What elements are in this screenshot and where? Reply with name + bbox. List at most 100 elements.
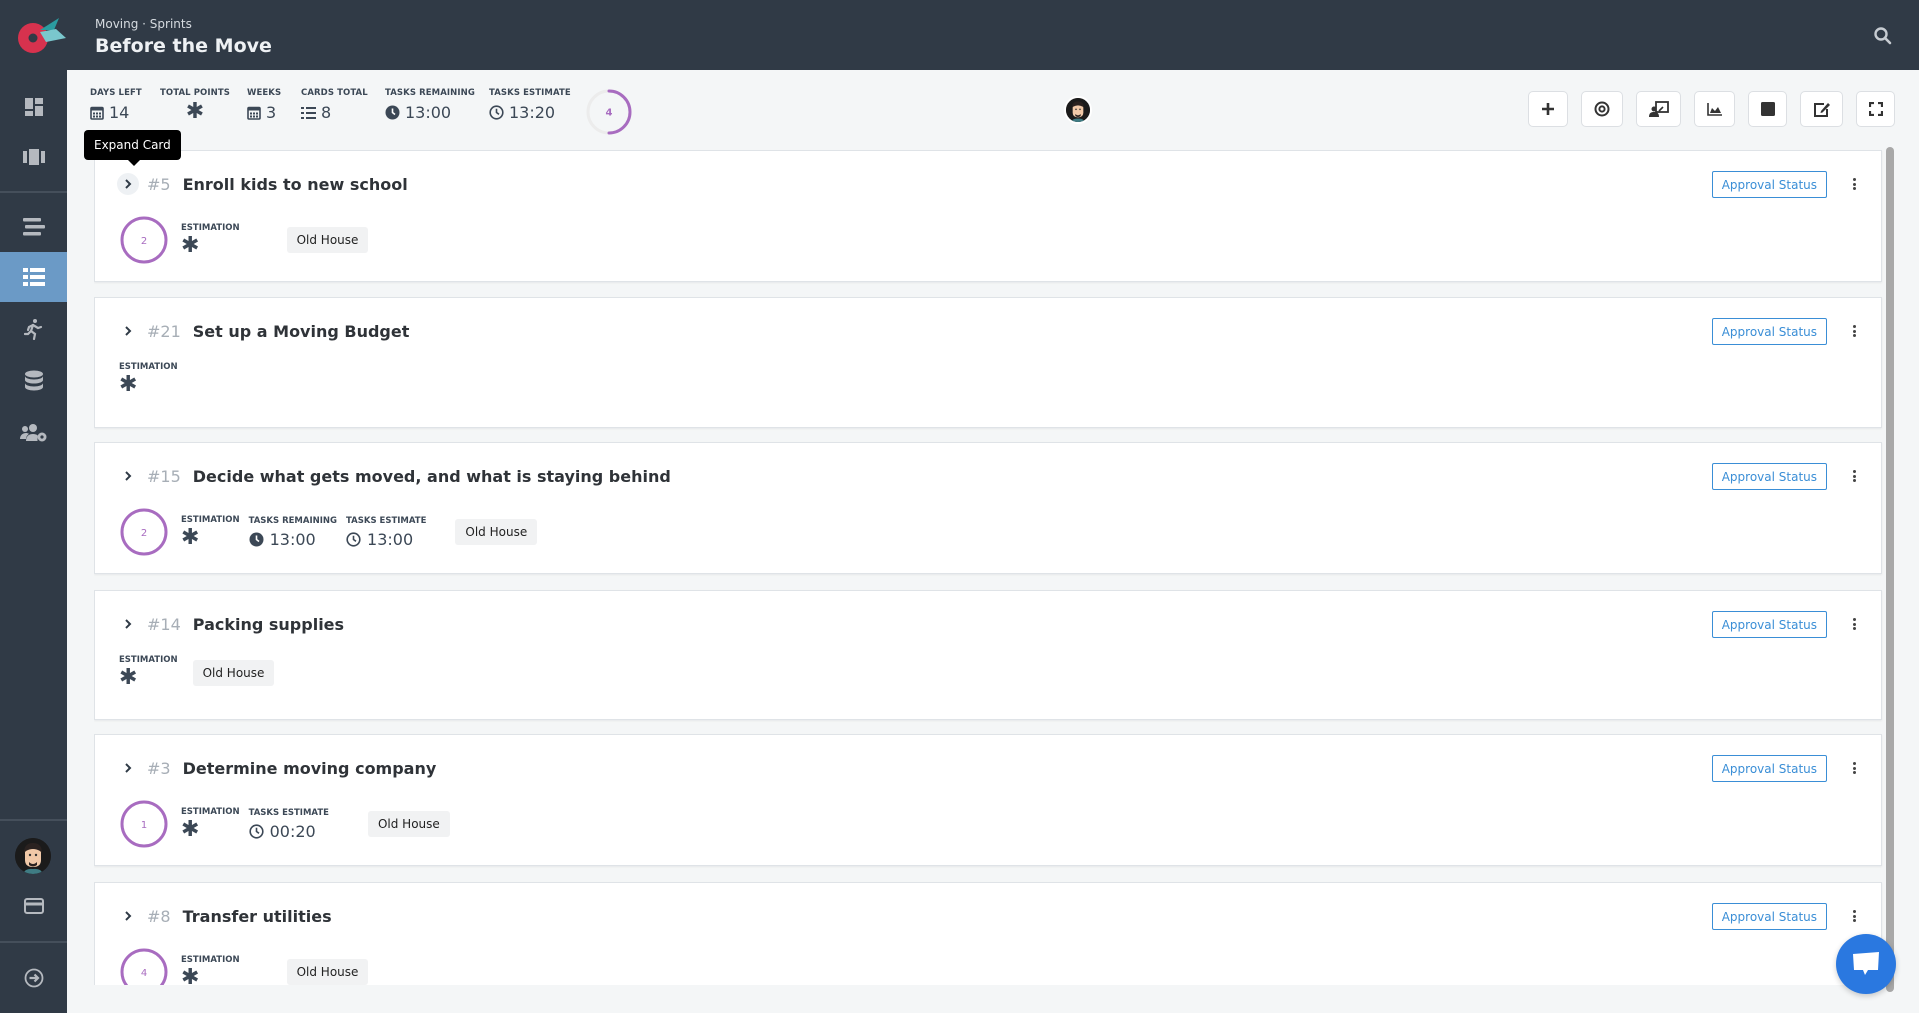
card-number: #14 — [147, 614, 181, 634]
expand-card-button[interactable] — [117, 613, 139, 635]
estimation-field: ESTIMATION ✱ — [119, 655, 178, 690]
calendar-icon — [247, 106, 261, 120]
tasks-estimate-field: TASKS ESTIMATE 13:00 — [346, 516, 426, 549]
chat-button[interactable] — [1836, 934, 1896, 994]
expand-card-button[interactable] — [117, 465, 139, 487]
sprint-toolbar — [1528, 91, 1895, 127]
fullscreen-button[interactable] — [1856, 91, 1895, 127]
svg-text:4: 4 — [141, 968, 147, 979]
page-title: Before the Move — [95, 35, 272, 57]
card[interactable]: #8 Transfer utilities Approval Status 4 … — [94, 882, 1882, 985]
field-label: ESTIMATION — [181, 954, 240, 965]
stat-label: TASKS REMAINING — [385, 88, 475, 98]
card-menu-icon[interactable] — [1849, 468, 1859, 484]
card-tag[interactable]: Old House — [455, 519, 538, 545]
chevron-right-icon — [125, 763, 132, 773]
expand-card-button[interactable] — [117, 905, 139, 927]
card[interactable]: #5 Enroll kids to new school Approval St… — [94, 150, 1882, 282]
tasks-remaining-value: 13:00 — [269, 529, 316, 549]
stat-weeks: WEEKS 3 — [247, 88, 281, 122]
card-menu-icon[interactable] — [1849, 908, 1859, 924]
estimation-field: ESTIMATION ✱ — [181, 223, 240, 258]
search-icon[interactable] — [1873, 26, 1893, 46]
card-title[interactable]: Set up a Moving Budget — [193, 322, 410, 341]
app-logo[interactable] — [14, 14, 66, 56]
sidebar-item-backlog[interactable] — [0, 202, 67, 252]
clock-outline-icon — [346, 531, 361, 547]
edit-button[interactable] — [1800, 91, 1843, 127]
asterisk-icon: ✱ — [181, 524, 200, 550]
approval-status-button[interactable]: Approval Status — [1711, 318, 1827, 345]
card-tag[interactable]: Old House — [192, 659, 275, 686]
tasks-estimate-value: 00:20 — [269, 821, 316, 841]
sidebar-divider — [0, 819, 67, 821]
add-button[interactable] — [1528, 91, 1568, 127]
chevron-right-icon — [125, 471, 132, 481]
card-title[interactable]: Transfer utilities — [183, 907, 332, 926]
database-icon — [24, 370, 43, 391]
sidebar-item-team-settings[interactable] — [0, 408, 67, 458]
sidebar-item-activity[interactable] — [0, 304, 67, 354]
expand-card-button[interactable] — [117, 173, 139, 195]
chevron-right-icon — [125, 911, 132, 921]
card[interactable]: #3 Determine moving company Approval Sta… — [94, 734, 1882, 866]
stat-label: CARDS TOTAL — [301, 88, 368, 98]
card-tag[interactable]: Old House — [286, 227, 369, 253]
expand-card-button[interactable] — [117, 320, 139, 342]
asterisk-icon: ✱ — [181, 964, 200, 986]
days-left-value: 14 — [109, 103, 130, 122]
card-menu-icon[interactable] — [1849, 176, 1859, 192]
card[interactable]: #15 Decide what gets moved, and what is … — [94, 442, 1882, 574]
approval-status-button[interactable]: Approval Status — [1711, 755, 1827, 782]
card[interactable]: #21 Set up a Moving Budget Approval Stat… — [94, 297, 1882, 428]
scrollbar[interactable] — [1886, 147, 1894, 992]
stop-button[interactable] — [1748, 91, 1787, 127]
card-menu-icon[interactable] — [1849, 323, 1859, 339]
field-label: ESTIMATION — [119, 362, 178, 372]
goal-button[interactable] — [1581, 91, 1623, 127]
card-progress-ring: 2 — [120, 508, 168, 556]
approval-status-button[interactable]: Approval Status — [1711, 171, 1827, 198]
card-title[interactable]: Enroll kids to new school — [183, 175, 408, 194]
chevron-right-icon — [125, 326, 132, 336]
card-tag[interactable]: Old House — [367, 811, 450, 837]
dashboard-icon — [24, 98, 43, 116]
user-avatar[interactable] — [15, 838, 51, 874]
card-title[interactable]: Packing supplies — [193, 615, 344, 634]
card-progress-ring: 1 — [120, 800, 168, 848]
tasks-estimate-value: 13:20 — [509, 103, 556, 122]
member-avatar[interactable] — [1064, 96, 1092, 124]
clock-outline-icon — [248, 823, 264, 839]
tasks-estimate-field: TASKS ESTIMATE 00:20 — [249, 808, 329, 841]
svg-text:2: 2 — [141, 528, 147, 539]
stat-label: WEEKS — [247, 88, 282, 98]
sidebar-item-logout[interactable] — [0, 953, 67, 1003]
card-menu-icon[interactable] — [1849, 616, 1859, 632]
card-list: #5 Enroll kids to new school Approval St… — [94, 150, 1884, 985]
sidebar-item-billing[interactable] — [0, 881, 67, 931]
card-title[interactable]: Determine moving company — [183, 759, 437, 778]
card-title[interactable]: Decide what gets moved, and what is stay… — [193, 467, 671, 486]
sidebar-item-database[interactable] — [0, 356, 67, 406]
tasks-remaining-field: TASKS REMAINING 13:00 — [249, 516, 337, 549]
card-menu-icon[interactable] — [1849, 760, 1859, 776]
approval-status-button[interactable]: Approval Status — [1711, 463, 1827, 490]
stat-label: TOTAL POINTS — [160, 88, 230, 98]
chart-button[interactable] — [1694, 91, 1735, 127]
approval-status-button[interactable]: Approval Status — [1711, 903, 1827, 930]
approval-status-button[interactable]: Approval Status — [1711, 611, 1827, 638]
expand-icon — [1868, 102, 1883, 116]
asterisk-icon: ✱ — [119, 372, 138, 397]
clock-outline-icon — [489, 105, 504, 120]
card[interactable]: #14 Packing supplies Approval Status EST… — [94, 590, 1882, 720]
sidebar-item-boards[interactable] — [0, 132, 67, 182]
card-tag[interactable]: Old House — [286, 959, 369, 985]
estimation-field: ESTIMATION ✱ — [181, 807, 240, 842]
expand-card-button[interactable] — [117, 757, 139, 779]
sidebar-item-dashboard[interactable] — [0, 82, 67, 132]
presentation-button[interactable] — [1636, 91, 1681, 127]
sidebar-item-sprints[interactable] — [0, 252, 67, 302]
stat-cards-total: CARDS TOTAL 8 — [301, 88, 368, 122]
sprint-progress-value: 4 — [606, 108, 613, 119]
breadcrumb[interactable]: Moving · Sprints — [95, 17, 192, 31]
